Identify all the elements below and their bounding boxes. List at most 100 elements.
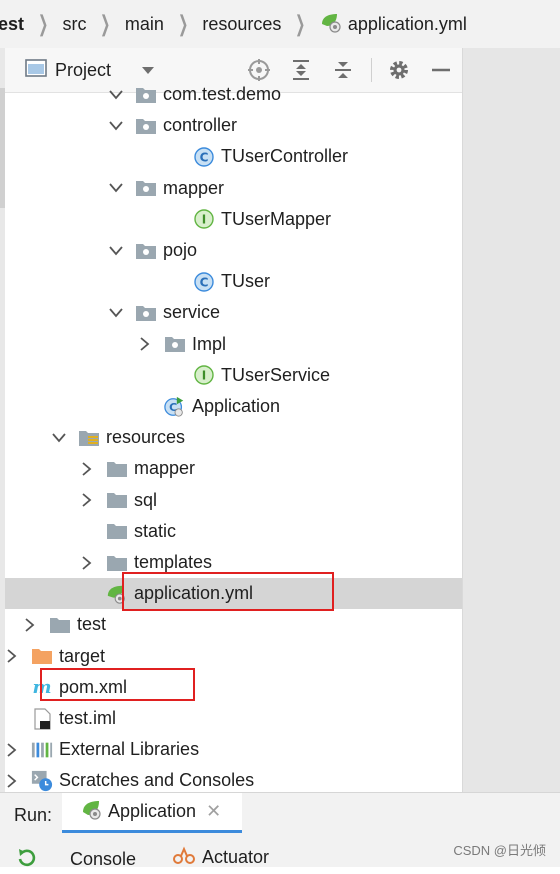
tree-node[interactable]: I TUserService	[5, 360, 462, 391]
svg-text:C: C	[200, 150, 209, 164]
chevron-right-icon[interactable]	[80, 555, 94, 570]
folder-icon	[106, 520, 128, 542]
tree-node[interactable]: sql	[5, 485, 462, 516]
actuator-tab[interactable]: Actuator	[172, 845, 269, 870]
chevron-down-icon[interactable]	[52, 431, 66, 445]
breadcrumb-separator-icon: ❯	[100, 11, 111, 36]
breadcrumb-item[interactable]: resources	[192, 0, 291, 48]
tree-node-label: mapper	[163, 177, 225, 198]
tree-node[interactable]: com.test.demo	[5, 79, 462, 110]
svg-text:C: C	[200, 275, 209, 289]
rerun-icon[interactable]	[14, 847, 38, 874]
tree-node-label: sql	[134, 489, 158, 510]
tree-node[interactable]: test.iml	[5, 703, 462, 734]
folder-icon	[49, 614, 71, 636]
breadcrumb-item[interactable]: src	[52, 0, 96, 48]
package-icon	[135, 177, 157, 199]
tree-node-label: Application	[192, 396, 281, 416]
folder-excluded-icon	[31, 645, 53, 667]
tree-node[interactable]: static	[5, 516, 462, 547]
chevron-down-icon[interactable]	[109, 244, 123, 258]
tree-node[interactable]: test	[5, 609, 462, 640]
highlight-box-pom-xml	[40, 668, 195, 701]
package-icon	[135, 84, 157, 106]
close-icon[interactable]: ✕	[206, 801, 221, 822]
scratches-icon	[31, 770, 53, 792]
tree-node[interactable]: C TUserController	[5, 141, 462, 172]
watermark: CSDN @日光倾	[453, 843, 546, 858]
tree-node-label: mapper	[134, 458, 196, 479]
tree-node[interactable]: pojo	[5, 235, 462, 266]
chevron-right-icon[interactable]	[5, 649, 19, 663]
chevron-down-icon[interactable]	[109, 88, 123, 102]
package-icon	[135, 302, 157, 324]
resources-folder-icon	[78, 427, 100, 449]
chevron-right-icon[interactable]	[23, 618, 37, 632]
tree-node[interactable]: I TUserMapper	[5, 204, 462, 235]
tree-node-label: resources	[106, 427, 186, 448]
svg-text:I: I	[202, 369, 206, 383]
package-icon	[135, 115, 157, 137]
chevron-right-icon[interactable]	[80, 462, 94, 476]
class-icon: C	[193, 271, 215, 293]
chevron-down-icon[interactable]	[109, 119, 123, 133]
tree-node-label: Impl	[192, 333, 227, 354]
class-icon: C	[193, 146, 215, 168]
module-file-icon	[31, 707, 53, 730]
folder-icon	[106, 458, 128, 480]
tree-node-label: com.test.demo	[163, 84, 282, 104]
breadcrumb: est ❯ src ❯ main ❯ resources ❯ application.yml	[0, 0, 560, 49]
tree-node-label: controller	[163, 115, 238, 136]
tree-node-label: TUserController	[221, 146, 349, 167]
tree-node-label: External Libraries	[59, 739, 200, 760]
svg-text:I: I	[202, 213, 206, 227]
spring-yml-icon	[320, 11, 342, 38]
console-tab[interactable]: Console	[70, 849, 136, 870]
tree-node[interactable]: mapper	[5, 453, 462, 484]
chevron-down-icon[interactable]	[109, 181, 123, 195]
tree-node[interactable]: Impl	[5, 329, 462, 360]
tree-node-label: test.iml	[59, 708, 117, 728]
chevron-right-icon[interactable]	[80, 493, 94, 507]
tree-node-label: TUserService	[221, 364, 331, 385]
run-tab-application[interactable]: Application ✕	[62, 793, 242, 833]
tree-node[interactable]: controller	[5, 110, 462, 141]
breadcrumb-item[interactable]: main	[115, 0, 174, 48]
package-icon	[164, 333, 186, 355]
tree-node-label: service	[163, 302, 221, 323]
chevron-right-icon[interactable]	[5, 743, 19, 757]
tree-node[interactable]: service	[5, 297, 462, 328]
chevron-down-icon[interactable]	[141, 60, 155, 81]
tree-node[interactable]: resources	[5, 422, 462, 453]
breadcrumb-label: src	[62, 13, 87, 34]
folder-icon	[106, 489, 128, 511]
breadcrumb-item[interactable]: application.yml	[310, 0, 477, 48]
spring-app-icon	[80, 798, 102, 825]
tree-node[interactable]: External Libraries	[5, 734, 462, 765]
libraries-icon	[31, 739, 53, 761]
breadcrumb-separator-icon: ❯	[295, 11, 306, 36]
tree-node-label: Scratches and Consoles	[59, 770, 255, 791]
spring-boot-class-icon: C	[164, 396, 186, 418]
chevron-right-icon[interactable]	[138, 337, 152, 351]
actuator-label: Actuator	[202, 847, 270, 867]
tree-node[interactable]: C Application	[5, 391, 462, 422]
highlight-box-application-yml	[122, 572, 334, 611]
chevron-down-icon[interactable]	[109, 306, 123, 320]
chevron-right-icon[interactable]	[5, 774, 19, 788]
tree-node[interactable]: mapper	[5, 173, 462, 204]
interface-icon: I	[193, 208, 215, 230]
tree-node-label: test	[77, 614, 107, 635]
breadcrumb-item[interactable]: est	[0, 0, 34, 48]
tree-node[interactable]: Scratches and Consoles	[5, 765, 462, 792]
package-icon	[135, 240, 157, 262]
tree-node[interactable]: target	[5, 641, 462, 672]
tree-node-label: TUser	[221, 271, 270, 292]
tree-node[interactable]: C TUser	[5, 266, 462, 297]
